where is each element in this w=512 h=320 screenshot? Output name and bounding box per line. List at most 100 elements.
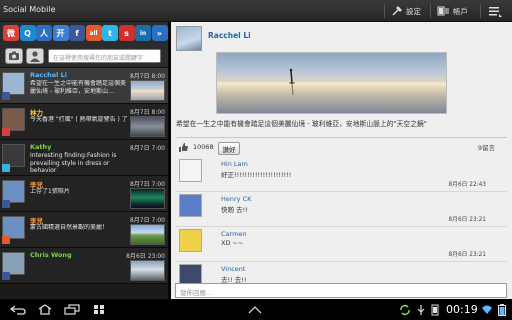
comment-count: 9留言 xyxy=(477,144,495,152)
sina-icon[interactable]: s xyxy=(118,25,135,41)
menu-button[interactable] xyxy=(488,3,502,19)
filter-bar: 在這裡使用搜尋您的朋友或關鍵字 xyxy=(0,44,168,68)
source-badge-icon xyxy=(2,128,10,136)
author-avatar[interactable] xyxy=(176,26,202,51)
source-badge-icon xyxy=(2,164,10,172)
system-bar: 00:19 xyxy=(0,299,512,320)
storm-photo[interactable] xyxy=(130,116,165,137)
renren-icon[interactable]: 人 xyxy=(36,25,52,41)
comment-author[interactable]: Henry CK xyxy=(221,195,251,203)
action-bar: Social Mobile 設定 帳戶 xyxy=(0,0,512,22)
comment-author[interactable]: Carmen xyxy=(221,230,247,238)
like-count-value: 10068 xyxy=(193,143,214,151)
feed-item-name: Kathy xyxy=(30,143,52,151)
menu-icon xyxy=(489,7,502,17)
feed-item[interactable]: Chris Wong 8月6日 23:00 xyxy=(0,248,168,284)
feed-item-date: 8月7日 7:00 xyxy=(129,181,165,188)
kaixin-icon[interactable]: 开 xyxy=(52,25,69,41)
feed-item-date: 8月7日 8:00 xyxy=(129,73,165,80)
like-button[interactable]: 讚好 xyxy=(218,142,240,155)
all-icon[interactable]: all xyxy=(85,25,102,41)
wifi-icon xyxy=(481,303,493,316)
recent-apps-button[interactable] xyxy=(63,303,81,316)
feed-item-date: 8月7日 8:00 xyxy=(129,109,165,116)
source-badge-icon xyxy=(2,200,10,208)
contacts-button[interactable] xyxy=(26,48,44,64)
salt-flat-photo xyxy=(217,68,446,96)
feed-item-text: Interesting finding:Fashion is prevailin… xyxy=(30,152,117,174)
feed-item-text: 上存了1張照片 xyxy=(30,188,70,195)
home-button[interactable] xyxy=(36,303,54,316)
comment-avatar[interactable] xyxy=(179,159,202,182)
more-icon[interactable]: » xyxy=(151,25,168,41)
account-label: 帳戶 xyxy=(453,6,468,16)
feed-pane: 微 Q 人开 f all t s in» 在這裡使用搜尋您的朋友或關鍵字 Racchel Li… xyxy=(0,22,168,299)
feed-item-date: 8月6日 23:00 xyxy=(126,253,165,260)
linkedin-icon[interactable]: in xyxy=(135,25,151,41)
city-photo[interactable] xyxy=(130,260,165,281)
comment-item: Henry CK 快啲 去!! 8月6日 23:21 xyxy=(171,192,512,228)
app-title: Social Mobile xyxy=(3,5,56,14)
expand-button[interactable] xyxy=(246,303,264,316)
feed-item[interactable]: Racchel Li 8月7日 8:00 希望在一生之中能有機會踏足這個美麗仙境 -… xyxy=(0,68,168,104)
clock: 00:19 xyxy=(446,303,478,316)
feed-item[interactable]: 林力 8月7日 8:00 今天香港 "打風" ( 熱帶氣旋警告 ) 了 xyxy=(0,104,168,140)
sync-icon xyxy=(398,303,412,316)
back-icon xyxy=(9,304,26,315)
feed-list: Racchel Li 8月7日 8:00 希望在一生之中能有機會踏足這個美麗仙境 -… xyxy=(0,68,168,284)
comment-author[interactable]: Hin Lam xyxy=(221,160,248,168)
search-input[interactable]: 在這裡使用搜尋您的朋友或關鍵字 xyxy=(48,49,161,63)
post-text: 希望在一生之中能有機會踏足這個美麗仙境 - 玻利維亞，安地斯山脈上的"天空之鏡" xyxy=(176,120,427,128)
action-bar-divider xyxy=(430,4,431,18)
post-separator xyxy=(176,137,507,138)
comment-text: 好正!!!!!!!!!!!!!!!!!!!!!! xyxy=(221,171,292,179)
reply-input[interactable]: 發佈回應... xyxy=(175,283,507,298)
source-badge-icon xyxy=(2,92,10,100)
comment-author[interactable]: Vincent xyxy=(221,265,245,273)
thumbs-up-icon xyxy=(179,143,188,152)
settings-button[interactable]: 設定 xyxy=(391,3,421,19)
usb-icon xyxy=(415,303,427,316)
menu-key-button[interactable] xyxy=(91,303,107,316)
camera-icon xyxy=(9,51,19,60)
like-count: 10068 xyxy=(177,142,214,152)
chevron-up-icon xyxy=(248,305,262,313)
aurora-photo[interactable] xyxy=(130,188,165,209)
source-badge-icon xyxy=(2,236,10,244)
post-detail: Racchel Li 希望在一生之中能有機會踏足這個美麗仙境 - 玻利維亞，安地… xyxy=(171,22,512,299)
home-icon xyxy=(38,304,52,315)
weibo-icon[interactable]: 微 xyxy=(3,25,19,41)
feed-item[interactable]: Kathy 8月7日 7:00 Interesting finding:Fashio… xyxy=(0,140,168,176)
comment-item: Hin Lam 好正!!!!!!!!!!!!!!!!!!!!!! 8月6日 22:4… xyxy=(171,157,512,193)
feed-item-name: Chris Wong xyxy=(30,251,72,259)
action-bar-divider xyxy=(480,4,481,18)
camera-button[interactable] xyxy=(5,48,23,64)
comment-text: XD ~~ xyxy=(221,239,244,247)
twitter-icon[interactable]: t xyxy=(102,25,118,41)
salt-flat-photo[interactable] xyxy=(130,80,165,101)
account-icon xyxy=(437,6,449,16)
source-badge-icon xyxy=(2,272,10,280)
comment-avatar[interactable] xyxy=(179,194,202,217)
person-icon xyxy=(30,51,40,62)
action-bar-divider xyxy=(384,4,385,18)
author-name[interactable]: Racchel Li xyxy=(208,31,251,40)
feed-item[interactable]: 李兒 8月7日 7:00 上存了1張照片 xyxy=(0,176,168,212)
feed-item[interactable]: 李兒 8月7日 7:00 蒙古國精選自然景觀的美麗！ xyxy=(0,212,168,248)
post-photo[interactable] xyxy=(216,52,447,114)
landscape-photo[interactable] xyxy=(130,224,165,245)
feed-item-date: 8月7日 7:00 xyxy=(129,217,165,224)
comment-avatar[interactable] xyxy=(179,229,202,252)
feed-item-text: 今天香港 "打風" ( 熱帶氣旋警告 ) 了 xyxy=(30,116,128,123)
battery-icon xyxy=(496,303,508,316)
account-button[interactable]: 帳戶 xyxy=(437,3,468,19)
sns-service-bar: 微 Q 人开 f all t s in» xyxy=(0,22,168,44)
tencent-icon[interactable]: Q xyxy=(19,25,36,41)
facebook-icon[interactable]: f xyxy=(69,25,85,41)
comment-time: 8月6日 23:21 xyxy=(448,217,486,223)
feed-item-text: 希望在一生之中能有機會踏足這個美麗仙境 - 玻利維亞，安地斯山… xyxy=(30,80,127,95)
settings-label: 設定 xyxy=(406,6,421,16)
notification-icon xyxy=(429,303,441,316)
feed-item-date: 8月7日 7:00 xyxy=(129,145,165,152)
back-button[interactable] xyxy=(8,303,28,316)
